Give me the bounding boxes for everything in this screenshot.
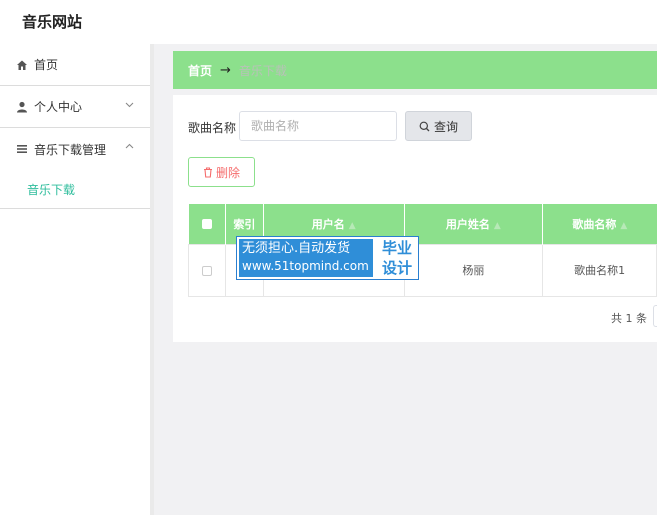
chevron-up-icon: [125, 142, 134, 154]
sort-icon: ▲: [620, 220, 628, 231]
page-size-select[interactable]: [653, 305, 657, 327]
top-bar: 音乐网站: [0, 0, 657, 44]
app-title: 音乐网站: [22, 13, 83, 31]
watermark-line2: www.51topmind.com: [242, 259, 369, 273]
list-icon: [16, 143, 28, 155]
content-panel: 歌曲名称 查询 删除 索引 用户名▲ 用户姓名▲ 歌曲名称▲: [173, 95, 657, 342]
breadcrumb-home[interactable]: 首页: [188, 62, 212, 79]
song-name-search-input[interactable]: [239, 111, 397, 141]
column-header-song[interactable]: 歌曲名称 ▲: [542, 204, 657, 244]
watermark-right: 毕业 设计: [376, 238, 418, 278]
chevron-down-icon: [125, 100, 134, 112]
sidebar-item-label: 首页: [34, 58, 59, 72]
row-select-cell: [188, 243, 226, 297]
search-label: 歌曲名称: [188, 121, 237, 135]
sidebar-subitem-music-download[interactable]: 音乐下载: [0, 170, 150, 208]
breadcrumb-current: 音乐下载: [238, 63, 287, 78]
delete-button[interactable]: 删除: [188, 157, 255, 187]
sidebar-item-label: 音乐下载管理: [34, 142, 107, 157]
query-button-label: 查询: [433, 119, 458, 134]
search-icon: [419, 121, 430, 132]
home-icon: [16, 59, 28, 71]
sidebar-item-music-download-mgmt[interactable]: 音乐下载管理: [0, 128, 150, 170]
watermark-right2: 设计: [381, 259, 412, 277]
watermark-banner: 无须担心.自动发货 www.51topmind.com 毕业 设计: [236, 236, 419, 280]
query-button[interactable]: 查询: [405, 111, 472, 141]
watermark-left: 无须担心.自动发货 www.51topmind.com: [239, 239, 373, 277]
user-icon: [16, 101, 28, 113]
watermark-line1: 无须担心.自动发货: [242, 241, 351, 256]
column-header-label: 歌曲名称: [572, 217, 617, 231]
submenu: 音乐下载: [0, 170, 150, 209]
breadcrumb: 首页 → 音乐下载: [173, 51, 657, 89]
sort-icon: ▲: [493, 220, 501, 231]
cell-song-name: 歌曲名称1: [542, 243, 657, 297]
column-header-label: 用户名: [311, 217, 345, 231]
select-all-checkbox[interactable]: [201, 219, 212, 230]
cell-realname: 杨丽: [403, 243, 544, 297]
trash-icon: [203, 166, 213, 178]
column-header-realname[interactable]: 用户姓名 ▲: [404, 204, 544, 244]
delete-button-label: 删除: [215, 165, 240, 180]
sort-icon: ▲: [348, 220, 356, 231]
sidebar-item-profile[interactable]: 个人中心: [0, 86, 150, 128]
sidebar-item-home[interactable]: 首页: [0, 44, 150, 86]
sidebar-item-label: 个人中心: [34, 100, 83, 114]
sidebar: 首页 个人中心 音乐下载管理 音乐下载: [0, 44, 150, 515]
row-checkbox[interactable]: [201, 265, 212, 276]
pagination-total: 共 1 条: [611, 312, 647, 325]
watermark-right1: 毕业: [381, 239, 412, 257]
breadcrumb-arrow-icon: →: [220, 62, 231, 78]
select-all-cell: [188, 204, 226, 244]
column-header-label: 用户姓名: [445, 217, 490, 231]
